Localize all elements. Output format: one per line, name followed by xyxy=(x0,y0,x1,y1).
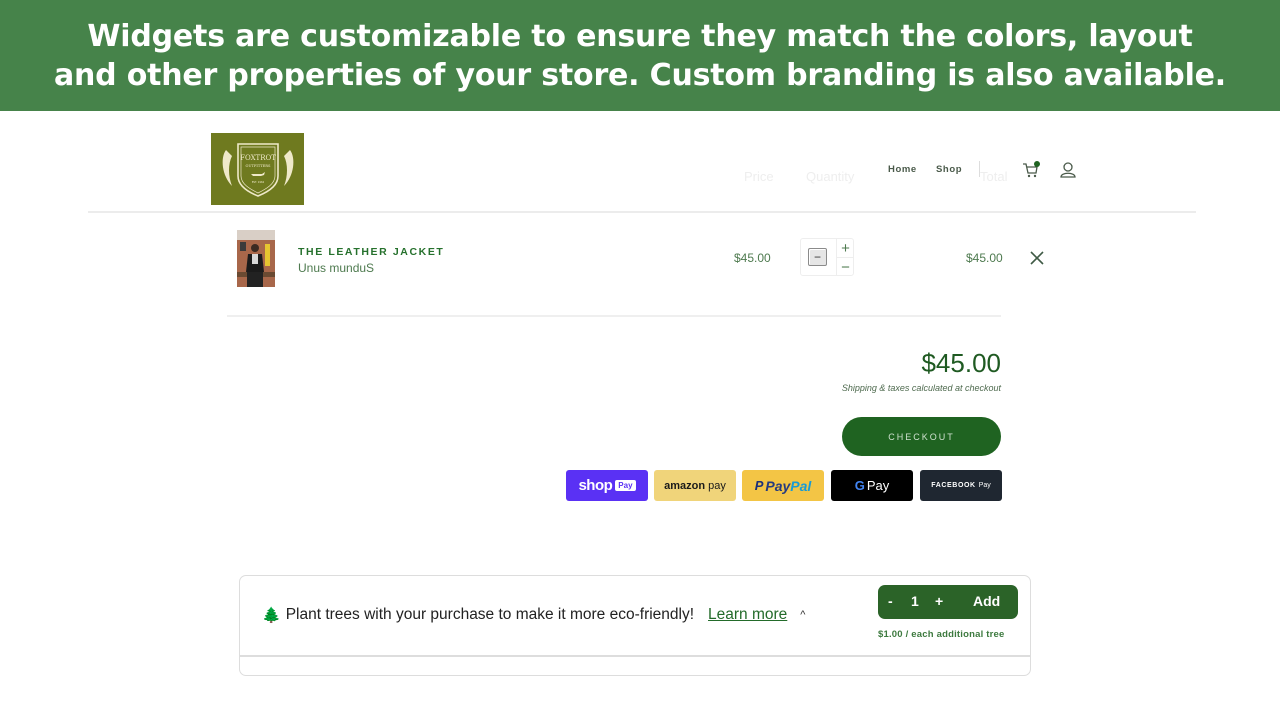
cart-badge-dot xyxy=(1034,161,1040,167)
chevron-up-icon[interactable]: ^ xyxy=(800,609,805,621)
google-g-icon: G xyxy=(854,478,865,493)
facebook-logo-text: FACEBOOK xyxy=(931,482,976,489)
product-image xyxy=(237,230,275,287)
svg-text:EST. 1962: EST. 1962 xyxy=(251,180,264,184)
line-total: $45.00 xyxy=(966,251,1003,265)
svg-text:FOXTROT: FOXTROT xyxy=(240,154,276,162)
paypal-pal-text: Pal xyxy=(790,477,812,494)
tree-quantity-control: - 1 + Add xyxy=(878,585,1018,619)
nav-separator xyxy=(979,161,980,177)
tree-count: 1 xyxy=(911,593,919,609)
tree-planting-widget: 🌲 Plant trees with your purchase to make… xyxy=(239,575,1031,676)
paypal-pay-text: Pay xyxy=(765,477,791,494)
banner-line-2: and other properties of your store. Cust… xyxy=(53,57,1226,93)
tree-minus-button[interactable]: - xyxy=(888,593,893,609)
widget-divider xyxy=(240,655,1030,657)
tree-add-button[interactable]: Add xyxy=(973,593,1000,609)
banner-line-1: Widgets are customizable to ensure they … xyxy=(87,18,1193,54)
shop-pay-button[interactable]: shop Pay xyxy=(566,470,648,501)
product-title[interactable]: THE LEATHER JACKET xyxy=(298,246,444,258)
unit-price: $45.00 xyxy=(734,251,771,265)
shipping-note: Shipping & taxes calculated at checkout xyxy=(841,383,1001,393)
header-divider xyxy=(88,211,1196,213)
product-thumbnail[interactable] xyxy=(237,230,275,287)
product-variant: Unus munduS xyxy=(298,261,375,275)
google-pay-button[interactable]: G Pay xyxy=(831,470,913,501)
tree-icon: 🌲 xyxy=(262,607,281,624)
remove-item-button[interactable] xyxy=(1026,247,1048,269)
cart-subtotal: $45.00 xyxy=(921,348,1001,378)
facebook-pay-text: Pay xyxy=(978,482,991,489)
nav-shop[interactable]: Shop xyxy=(936,164,962,175)
promo-banner: Widgets are customizable to ensure they … xyxy=(0,0,1280,111)
tree-plus-button[interactable]: + xyxy=(935,593,943,609)
account-icon xyxy=(1060,162,1076,178)
ghost-column-quantity: Quantity xyxy=(806,169,855,184)
paypal-button[interactable]: P Pay Pal xyxy=(742,470,824,501)
amazon-logo: amazon xyxy=(664,479,706,492)
crest-icon: FOXTROT OUTFITTERS EST. 1962 xyxy=(222,143,293,197)
account-button[interactable] xyxy=(1057,159,1079,181)
cart-icon xyxy=(1023,161,1040,178)
tree-message-row: 🌲 Plant trees with your purchase to make… xyxy=(262,606,805,624)
paypal-p-icon: P xyxy=(754,478,764,493)
nav-home[interactable]: Home xyxy=(888,164,917,175)
quantity-input[interactable]: − xyxy=(808,248,827,266)
tree-price-note: $1.00 / each additional tree xyxy=(878,629,1005,640)
ghost-column-price: Price xyxy=(744,169,774,184)
svg-text:OUTFITTERS: OUTFITTERS xyxy=(245,164,270,168)
facebook-pay-button[interactable]: FACEBOOK Pay xyxy=(920,470,1002,501)
tree-message: Plant trees with your purchase to make i… xyxy=(285,606,695,623)
quantity-increment-button[interactable]: + xyxy=(837,239,854,257)
amazon-pay-text: pay xyxy=(708,479,726,492)
close-icon xyxy=(1030,251,1044,265)
google-pay-text: Pay xyxy=(866,478,890,493)
cart-row-divider xyxy=(227,315,1001,317)
amazon-pay-button[interactable]: amazon pay xyxy=(654,470,736,501)
learn-more-link[interactable]: Learn more xyxy=(708,606,787,624)
cart-button[interactable] xyxy=(1020,159,1042,181)
store-logo[interactable]: FOXTROT OUTFITTERS EST. 1962 xyxy=(211,133,304,205)
checkout-button[interactable]: CHECKOUT xyxy=(842,417,1001,456)
shop-pay-badge: Pay xyxy=(615,480,636,491)
ghost-column-total: Total xyxy=(980,169,1008,184)
quantity-decrement-button[interactable]: − xyxy=(837,258,854,276)
shop-pay-logo: shop xyxy=(578,477,613,494)
